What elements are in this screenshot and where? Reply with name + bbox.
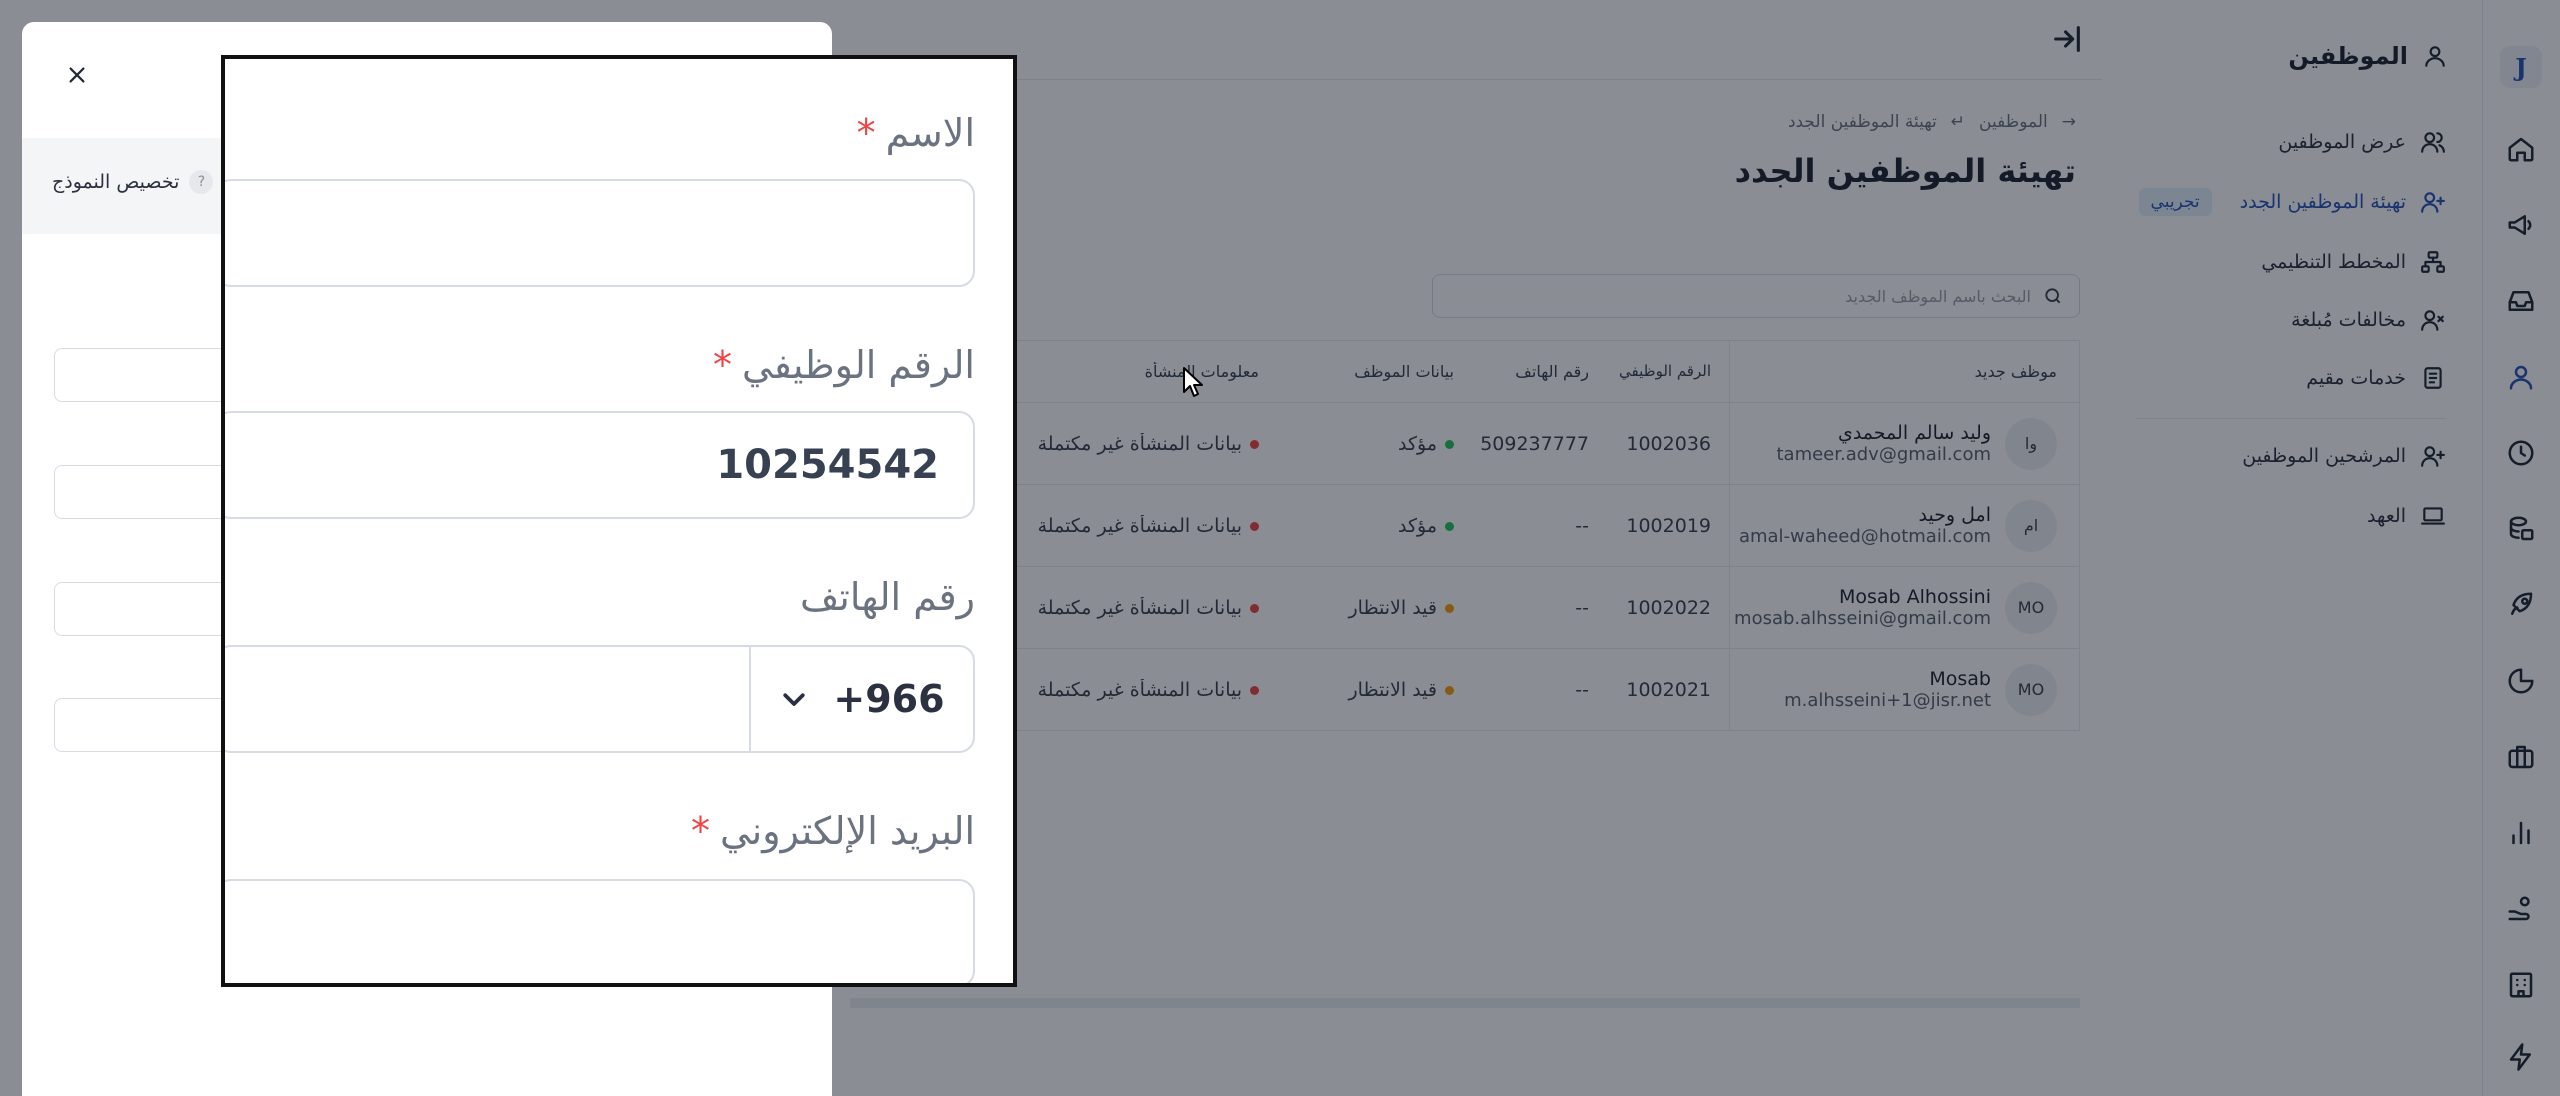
emp-no-value: 10254542: [716, 442, 939, 488]
email-label: البريد الإلكتروني *: [691, 809, 975, 853]
name-label: الاسم *: [857, 111, 975, 155]
mouse-cursor-icon: [1183, 367, 1203, 397]
required-mark: *: [712, 343, 732, 387]
phone-label-text: رقم الهاتف: [799, 575, 975, 619]
required-mark: *: [691, 809, 710, 853]
emp-no-label: الرقم الوظيفي *: [713, 343, 975, 387]
customize-form-label: تخصيص النموذج: [52, 171, 180, 193]
customize-form-button[interactable]: ? تخصيص النموذج: [52, 170, 214, 194]
email-label-text: البريد الإلكتروني: [720, 809, 975, 853]
phone-field: +966: [225, 645, 975, 753]
phone-input[interactable]: [225, 647, 749, 751]
name-input[interactable]: [225, 179, 975, 287]
emp-no-input[interactable]: 10254542: [225, 411, 975, 519]
close-icon[interactable]: [62, 60, 92, 90]
country-code-select[interactable]: +966: [749, 647, 973, 751]
phone-label: رقم الهاتف: [800, 575, 975, 619]
chevron-down-icon: [783, 693, 806, 706]
required-mark: *: [856, 111, 876, 155]
country-code-value: +966: [833, 677, 945, 721]
emp-no-label-text: الرقم الوظيفي: [741, 343, 975, 387]
magnified-form-view: الاسم * الرقم الوظيفي * 10254542 رقم اله…: [221, 55, 1017, 987]
app-shell: J الموظفين عرض الموظفين تهيئة الموظفين ا…: [0, 0, 2560, 1096]
help-icon[interactable]: ?: [189, 170, 214, 194]
name-label-text: الاسم: [885, 111, 975, 155]
email-input[interactable]: [225, 879, 975, 983]
